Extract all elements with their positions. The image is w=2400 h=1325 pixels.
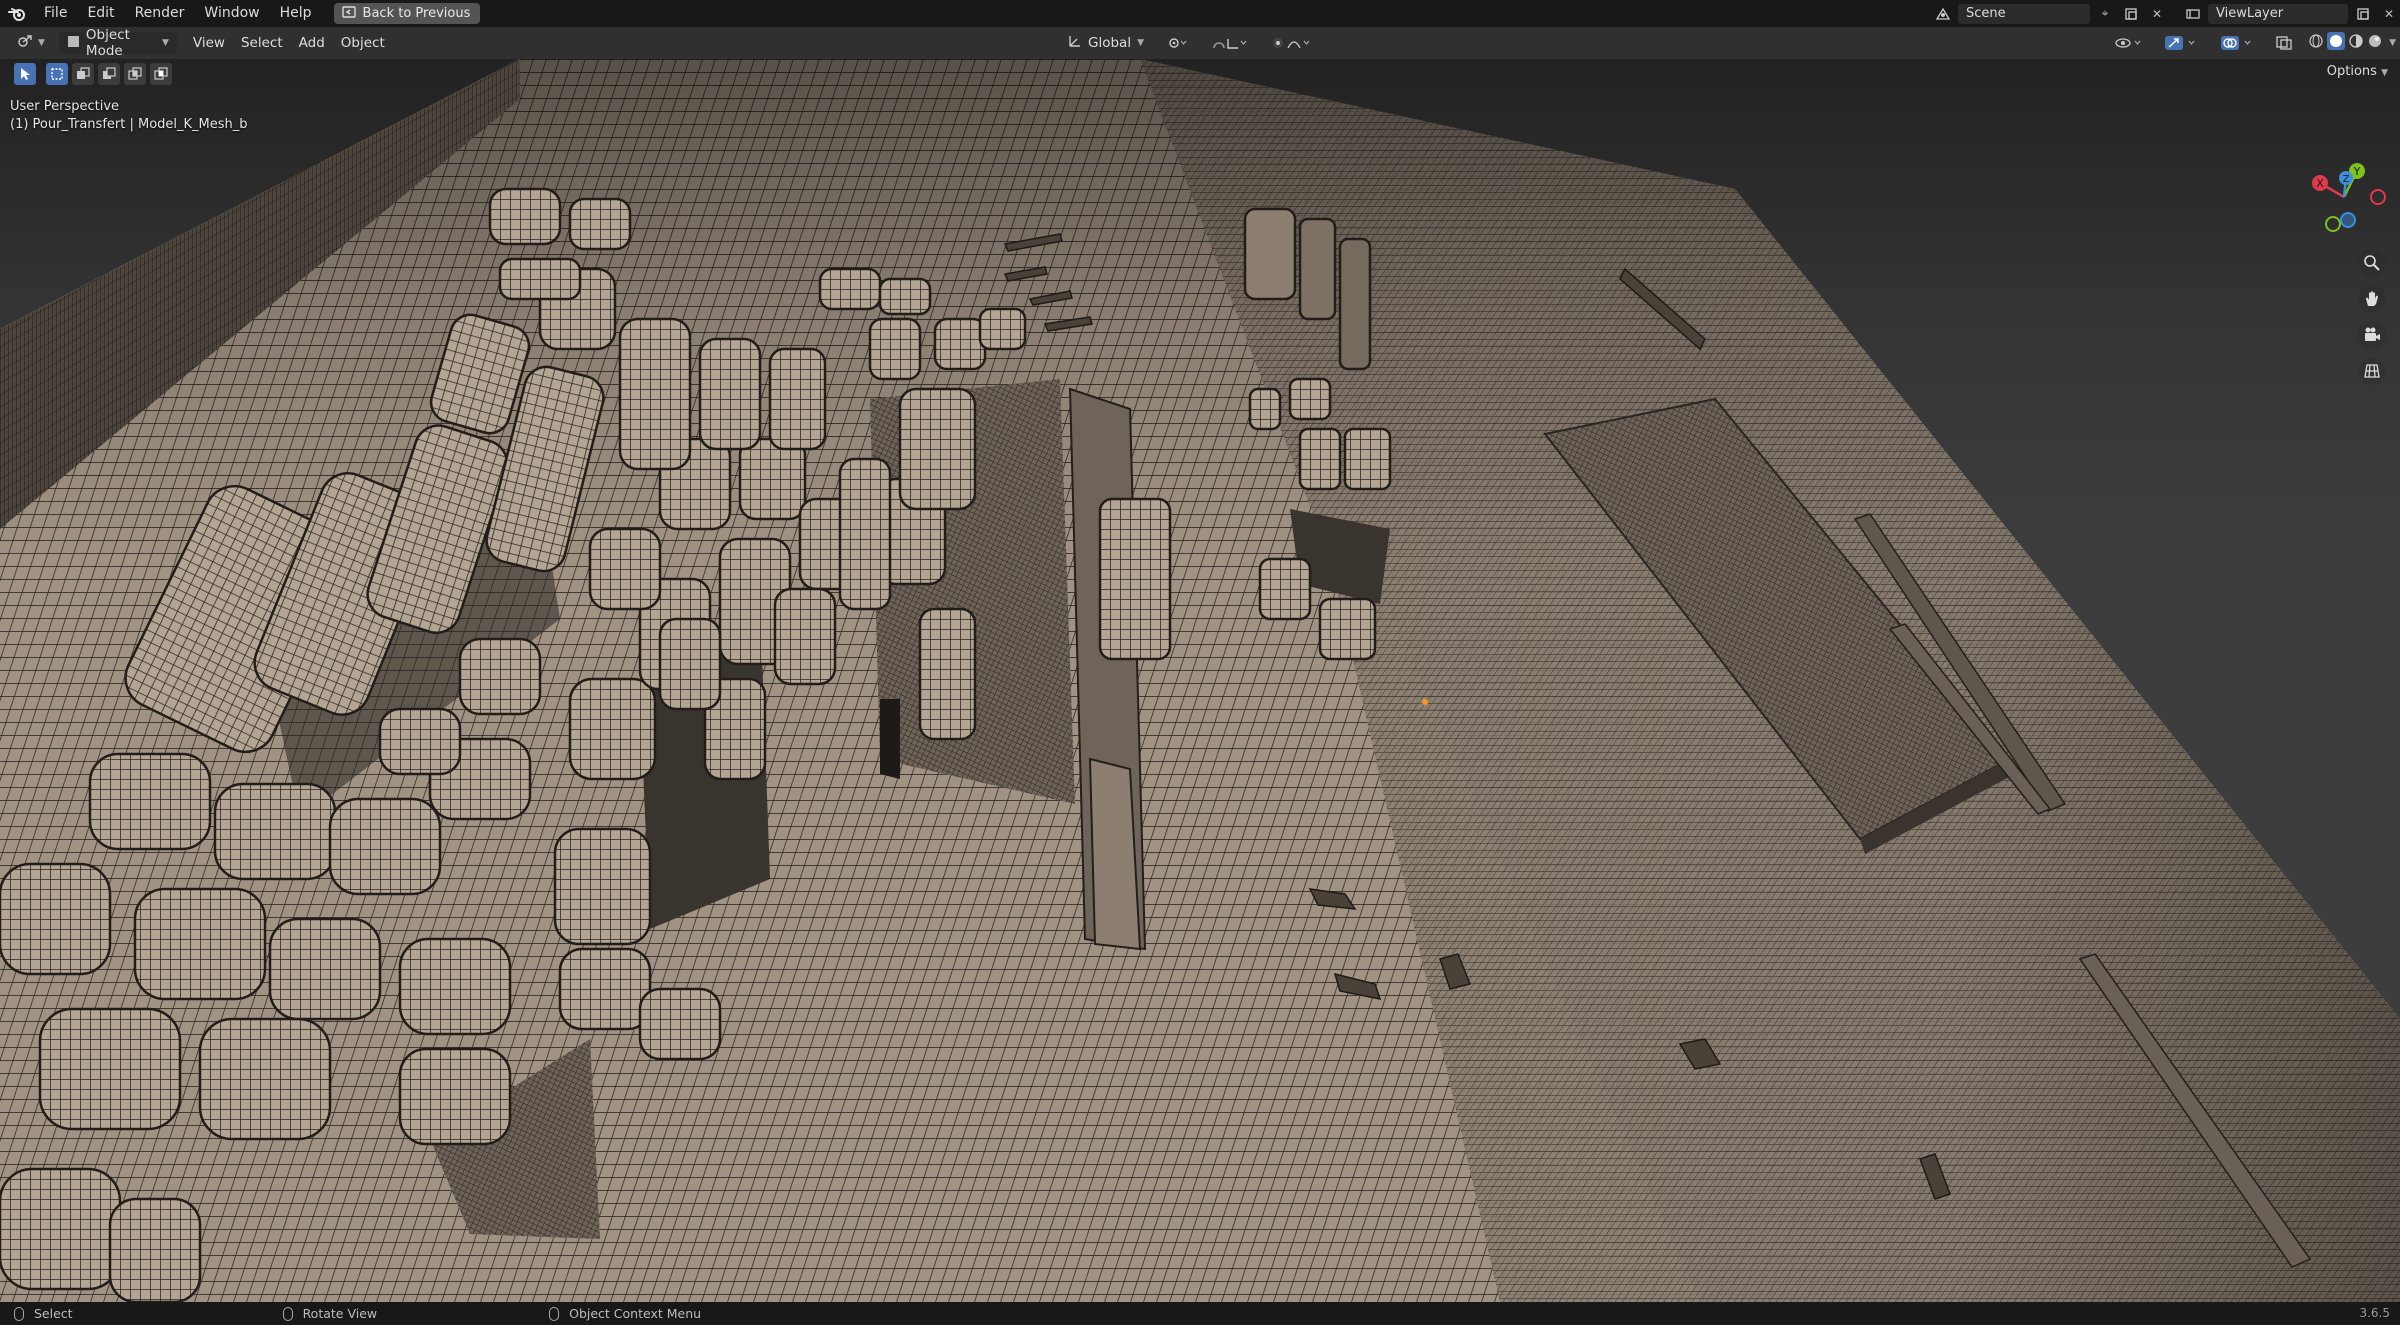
chevron-down-icon: ▼ (2381, 68, 2388, 78)
menu-window[interactable]: Window (194, 0, 269, 27)
chevron-down-icon[interactable]: ▼ (2389, 38, 2396, 48)
menu-object[interactable]: Object (333, 32, 393, 54)
editor-type-icon (16, 33, 34, 53)
visibility-icon[interactable] (2106, 32, 2152, 54)
orientation-icon (1068, 34, 1082, 52)
status-rotate: Rotate View (282, 1306, 378, 1321)
back-to-previous-button[interactable]: Back to Previous (333, 3, 481, 24)
mode-label: Object Mode (85, 27, 130, 59)
orientation-label: Global (1088, 35, 1132, 51)
object-info: (1) Pour_Transfert | Model_K_Mesh_b (10, 117, 248, 132)
chevron-down-icon: ▼ (38, 38, 45, 48)
options-label: Options (2326, 64, 2377, 79)
menu-edit[interactable]: Edit (77, 0, 124, 27)
transform-orientation-dropdown[interactable]: Global ▼ (1060, 32, 1152, 54)
snap-icon[interactable] (1204, 32, 1256, 54)
solid-shading-icon[interactable] (2327, 32, 2346, 54)
delete-view-layer-icon[interactable]: ✕ (2378, 4, 2400, 24)
gizmo-toggle-icon[interactable] (2156, 32, 2208, 54)
gizmo-y-label: Y (2353, 165, 2361, 178)
pivot-point-icon[interactable] (1160, 32, 1196, 54)
tool-settings-row (0, 59, 2400, 88)
pin-icon[interactable]: ⌖ (2094, 4, 2116, 24)
3d-viewport[interactable]: User Perspective (1) Pour_Transfert | Mo… (0, 59, 2400, 1302)
navigation-buttons (2358, 249, 2386, 385)
top-right-controls: Scene ⌖ ✕ ViewLayer ✕ (1932, 0, 2400, 27)
view-layer-field[interactable]: ViewLayer (2208, 3, 2348, 24)
viewport-shading-controls: ▼ (2106, 32, 2400, 54)
top-menu-bar: File Edit Render Window Help Back to Pre… (0, 0, 2400, 27)
gizmo-neg-y[interactable] (2325, 216, 2341, 232)
selection-mode-invert-icon[interactable] (124, 62, 146, 85)
status-rotate-label: Rotate View (302, 1306, 378, 1321)
status-context-label: Object Context Menu (569, 1306, 702, 1321)
status-bar: Select Rotate View Object Context Menu 3… (0, 1302, 2400, 1325)
selection-mode-new-icon[interactable] (46, 62, 68, 85)
delete-scene-icon[interactable]: ✕ (2146, 4, 2168, 24)
new-scene-icon[interactable] (2120, 4, 2142, 24)
object-mode-icon (67, 35, 80, 52)
transform-controls: Global ▼ (1060, 32, 1320, 54)
overlays-toggle-icon[interactable] (2212, 32, 2264, 54)
pan-hand-icon[interactable] (2358, 285, 2386, 313)
menu-file[interactable]: File (34, 0, 77, 27)
gizmo-x-label: X (2316, 177, 2324, 190)
status-context: Object Context Menu (549, 1306, 701, 1321)
material-shading-icon[interactable] (2348, 33, 2364, 53)
new-view-layer-icon[interactable] (2352, 4, 2374, 24)
view-layer-icon[interactable] (2182, 4, 2204, 24)
camera-view-icon[interactable] (2358, 321, 2386, 349)
editor-type-button[interactable]: ▼ (8, 32, 53, 54)
gizmo-neg-x[interactable] (2370, 189, 2386, 205)
left-mouse-icon (14, 1306, 24, 1321)
xray-toggle-icon[interactable] (2268, 32, 2300, 54)
blender-logo-icon[interactable] (0, 0, 34, 27)
select-box-tool[interactable] (14, 62, 36, 85)
proportional-edit-icon[interactable] (1264, 32, 1320, 54)
scene-name-field[interactable]: Scene (1958, 3, 2090, 24)
scene-name: Scene (1966, 6, 2006, 21)
shading-mode-group: ▼ (2304, 32, 2400, 54)
viewport-header: ▼ Object Mode ▼ View Select Add Object G… (0, 27, 2400, 59)
rendered-shading-icon[interactable] (2367, 33, 2383, 53)
menu-select[interactable]: Select (233, 32, 291, 54)
menu-render[interactable]: Render (125, 0, 195, 27)
selection-mode-intersect-icon[interactable] (150, 62, 172, 85)
middle-mouse-icon (282, 1306, 293, 1321)
wireframe-shading-icon[interactable] (2308, 33, 2324, 53)
chevron-down-icon: ▼ (1137, 38, 1144, 48)
back-to-previous-label: Back to Previous (362, 6, 471, 21)
zoom-icon[interactable] (2358, 249, 2386, 277)
object-origin (1422, 699, 1428, 705)
view-name: User Perspective (10, 99, 120, 114)
status-select-label: Select (34, 1306, 73, 1321)
menu-add[interactable]: Add (291, 32, 333, 54)
perspective-toggle-icon[interactable] (2358, 357, 2386, 385)
blender-version: 3.6.5 (2359, 1306, 2390, 1320)
chevron-down-icon: ▼ (162, 38, 169, 48)
gizmo-z-label: Z (2343, 174, 2350, 185)
scene-selector-icon[interactable] (1932, 4, 1954, 24)
gizmo-neg-z[interactable] (2340, 212, 2356, 228)
back-screen-icon (341, 5, 356, 22)
selection-mode-extend-icon[interactable] (72, 62, 94, 85)
menu-view[interactable]: View (185, 32, 233, 54)
mode-dropdown[interactable]: Object Mode ▼ (58, 27, 177, 59)
selection-mode-subtract-icon[interactable] (98, 62, 120, 85)
view-layer-name: ViewLayer (2216, 6, 2284, 21)
mesh-render (0, 59, 2400, 1302)
options-dropdown[interactable]: Options ▼ (2327, 64, 2388, 79)
right-mouse-icon (549, 1306, 560, 1321)
status-select: Select (14, 1306, 73, 1321)
menu-help[interactable]: Help (270, 0, 322, 27)
navigation-gizmo[interactable]: Y X Z (2306, 157, 2386, 237)
